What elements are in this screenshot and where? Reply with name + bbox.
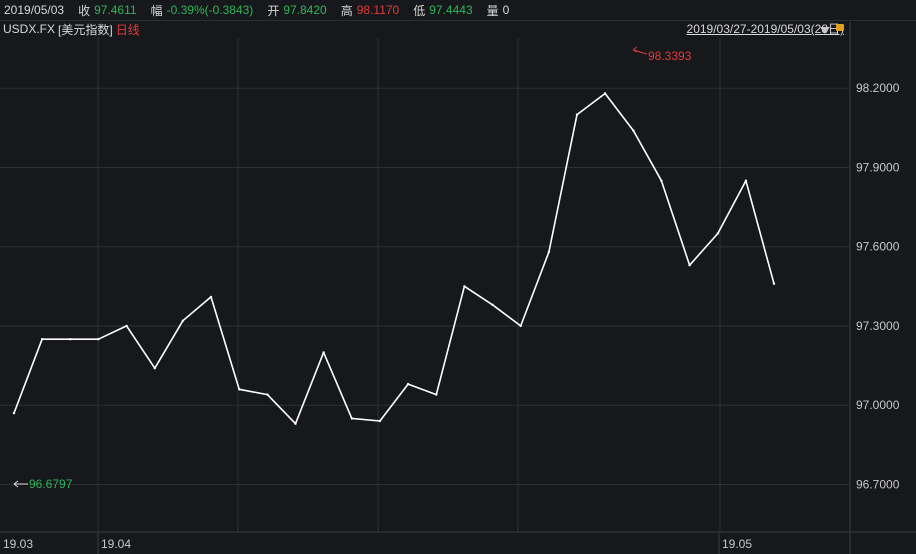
x-tick-label: 19.05 <box>722 537 752 551</box>
data-point <box>69 338 72 341</box>
y-tick-label: 97.6000 <box>856 240 900 254</box>
line-chart[interactable]: 98.2000 97.9000 97.6000 97.3000 97.0000 96.70… <box>0 0 916 554</box>
data-point <box>603 92 607 95</box>
data-point <box>12 411 16 415</box>
y-tick-label: 97.9000 <box>856 160 900 174</box>
max-arrow-icon <box>632 46 648 55</box>
data-point <box>266 393 269 396</box>
data-point <box>181 319 185 322</box>
data-point <box>322 351 325 354</box>
y-tick-label: 96.7000 <box>856 477 900 491</box>
x-tick-label: 19.04 <box>101 537 131 551</box>
data-point <box>547 250 551 254</box>
data-point <box>463 285 466 288</box>
max-annotation: 98.3393 <box>648 49 692 63</box>
min-arrow-icon <box>13 480 28 488</box>
data-point <box>772 282 776 285</box>
data-point <box>519 324 522 328</box>
y-tick-label: 97.3000 <box>856 319 900 333</box>
data-point <box>406 382 410 386</box>
data-point <box>97 338 100 341</box>
data-point <box>632 129 635 132</box>
data-point <box>744 179 748 182</box>
data-point <box>688 264 691 267</box>
data-point <box>350 417 353 420</box>
data-point <box>378 419 382 423</box>
data-point <box>716 232 719 235</box>
data-point <box>125 324 128 328</box>
data-point <box>40 338 44 341</box>
data-point <box>491 303 494 306</box>
y-tick-label: 97.0000 <box>856 398 900 412</box>
series-line <box>13 92 775 425</box>
x-tick-label: 19.03 <box>3 537 33 551</box>
min-annotation: 96.6797 <box>29 477 73 491</box>
data-point <box>238 388 241 391</box>
data-point <box>294 422 297 425</box>
data-point <box>660 179 663 182</box>
data-point <box>435 393 438 396</box>
y-tick-label: 98.2000 <box>856 81 900 95</box>
data-point <box>575 113 579 116</box>
data-point <box>209 295 213 299</box>
data-point <box>153 367 156 370</box>
